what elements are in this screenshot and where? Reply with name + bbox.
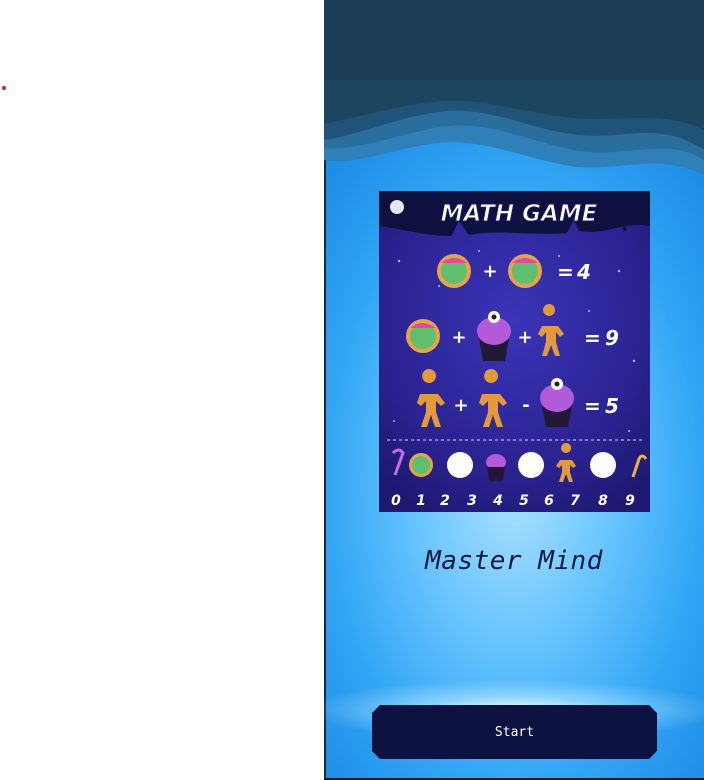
math-game-puzzle-image: MATH GAME + = 4 + + = 9 + - = 5 0 1 2 3 … — [379, 191, 650, 512]
svg-text:7: 7 — [570, 493, 580, 509]
red-dot-marker — [2, 86, 6, 90]
svg-text:-: - — [522, 395, 529, 416]
start-button-label: Start — [494, 724, 535, 740]
svg-text:+: + — [482, 261, 497, 282]
svg-text:4: 4 — [576, 260, 591, 284]
svg-text:=: = — [584, 394, 601, 418]
start-button[interactable]: Start — [372, 705, 657, 759]
svg-text:+: + — [517, 327, 532, 348]
svg-text:=: = — [584, 326, 601, 350]
svg-text:5: 5 — [605, 394, 619, 418]
svg-text:5: 5 — [519, 493, 529, 509]
svg-text:4: 4 — [492, 493, 503, 509]
svg-text:0: 0 — [391, 493, 401, 509]
svg-text:8: 8 — [598, 493, 608, 509]
app-title: Master Mind — [425, 546, 603, 576]
math-game-heading: MATH GAME — [440, 201, 598, 228]
svg-text:3: 3 — [467, 493, 477, 509]
svg-text:+: + — [451, 327, 466, 348]
svg-text:6: 6 — [544, 493, 554, 509]
header-waves — [324, 0, 704, 175]
svg-text:9: 9 — [605, 326, 619, 350]
app-screen: MATH GAME + = 4 + + = 9 + - = 5 0 1 2 3 … — [324, 0, 704, 780]
svg-text:2: 2 — [440, 493, 450, 509]
svg-text:=: = — [557, 260, 574, 284]
svg-text:MATH GAME: MATH GAME — [441, 201, 598, 227]
svg-text:9: 9 — [625, 493, 635, 509]
svg-text:+: + — [453, 395, 468, 416]
equation-row-1: + = 4 — [437, 254, 591, 288]
svg-text:1: 1 — [416, 493, 426, 509]
